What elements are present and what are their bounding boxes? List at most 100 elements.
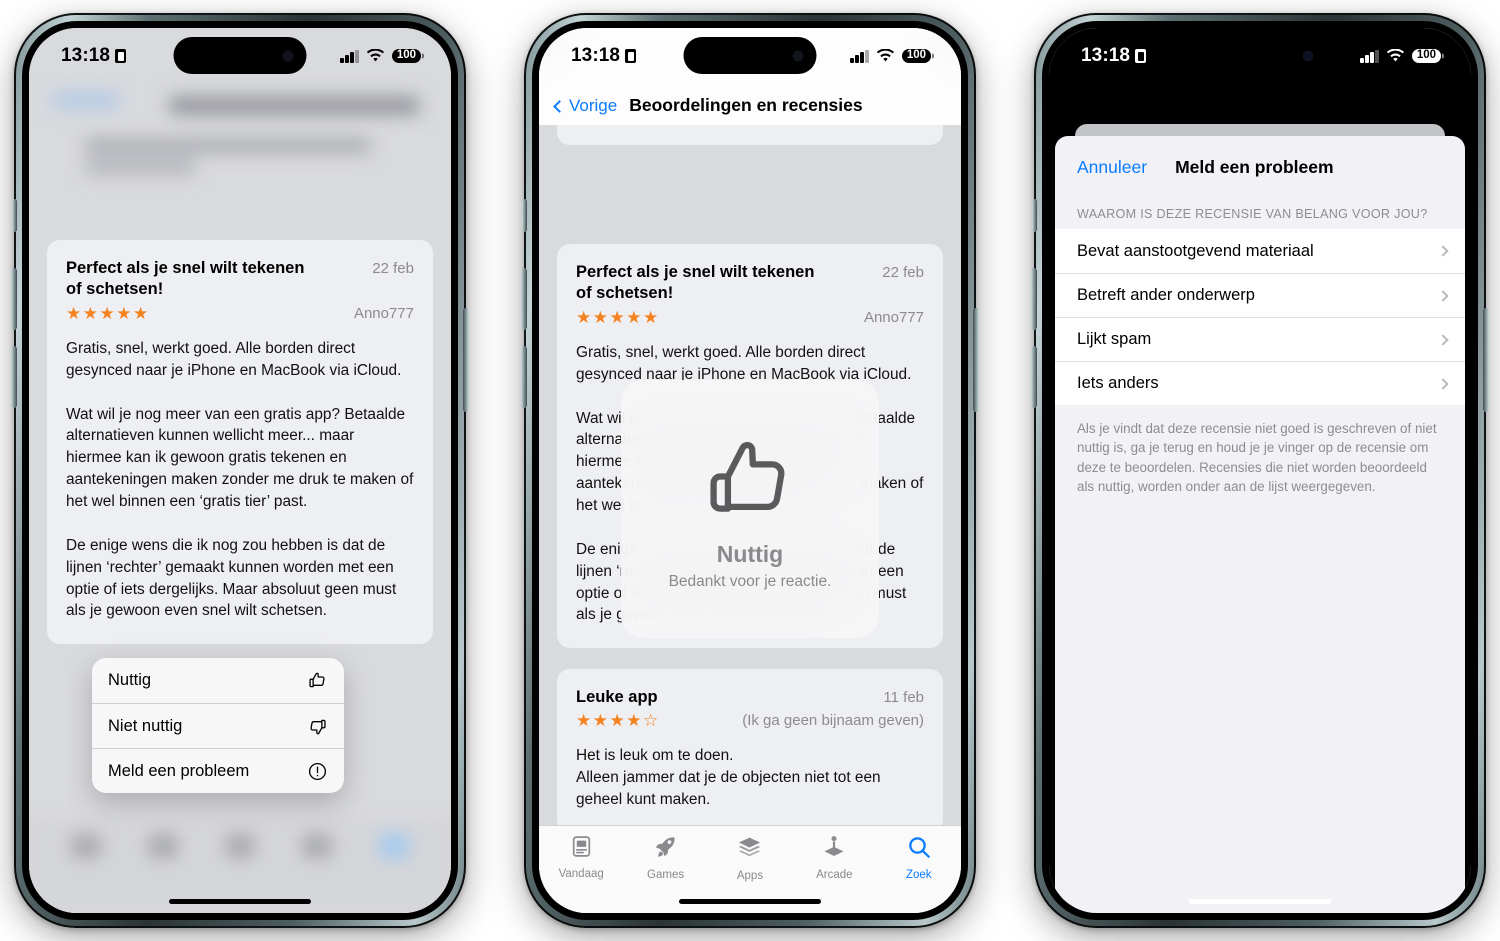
review-header: Leuke app 11 feb	[576, 687, 924, 708]
search-icon	[906, 834, 932, 865]
thumbs-up-icon	[698, 428, 802, 537]
volume-down-button[interactable]	[521, 346, 527, 408]
back-button-label: Vorige	[569, 96, 618, 115]
exclamation-circle-icon	[306, 760, 328, 782]
review-author: Anno777	[353, 304, 414, 322]
volume-up-button[interactable]	[11, 268, 17, 330]
status-time: 13:18	[571, 45, 621, 66]
context-menu-item-report-problem[interactable]: Meld een probleem	[92, 748, 344, 793]
review-date: 22 feb	[372, 260, 414, 277]
context-menu-label: Nuttig	[108, 671, 152, 689]
thumbs-down-icon	[306, 715, 328, 737]
reason-row-offensive[interactable]: Bevat aanstootgevend materiaal	[1055, 229, 1465, 273]
status-bar-indicators: 100	[850, 45, 931, 64]
sheet-title: Meld een probleem	[1175, 156, 1334, 177]
three-phone-screenshot-stage: Perfect als je snel wilt tekenen of sche…	[0, 0, 1500, 941]
context-menu-item-not-helpful[interactable]: Niet nuttig	[92, 703, 344, 748]
review-title: Leuke app	[576, 688, 658, 706]
reason-label: Lijkt spam	[1077, 330, 1152, 348]
review-body: Het is leuk om te doen. Alleen jammer da…	[576, 747, 881, 809]
reason-label: Iets anders	[1077, 374, 1159, 392]
volume-up-button[interactable]	[521, 268, 527, 330]
helpful-hud-toast: Nuttig Bedankt voor je reactie.	[621, 380, 879, 638]
wifi-icon	[366, 49, 384, 62]
today-icon	[569, 834, 594, 864]
report-reason-list: Bevat aanstootgevend materiaal Betreft a…	[1055, 229, 1465, 405]
review-date: 11 feb	[883, 689, 924, 706]
review-card-2[interactable]: Leuke app 11 feb ★★★★☆ (Ik ga geen bijna…	[557, 669, 943, 825]
stack-icon	[736, 834, 763, 866]
hud-title: Nuttig	[716, 540, 784, 567]
tab-vandaag[interactable]: Vandaag	[546, 834, 616, 880]
blurred-navigation-header	[29, 80, 451, 230]
status-bar-time-group: 13:18	[571, 41, 637, 67]
review-header: Perfect als je snel wilt tekenen of sche…	[576, 262, 924, 305]
lock-portrait-icon	[115, 49, 127, 63]
home-indicator[interactable]	[1189, 899, 1331, 904]
volume-down-button[interactable]	[1031, 346, 1037, 408]
partial-review-card-above[interactable]: slecht of soms synchroniseert hij helema…	[557, 125, 943, 145]
reason-row-something-else[interactable]: Iets anders	[1055, 361, 1465, 405]
tab-label: Games	[647, 869, 685, 881]
home-indicator[interactable]	[679, 899, 821, 904]
review-card[interactable]: Perfect als je snel wilt tekenen of sche…	[47, 240, 433, 645]
lock-portrait-icon	[625, 49, 637, 63]
thumbs-up-icon	[306, 670, 328, 692]
status-bar-indicators: 100	[1360, 45, 1441, 64]
review-body: Gratis, snel, werkt goed. Alle borden di…	[66, 339, 414, 620]
rocket-icon	[653, 834, 679, 865]
reason-label: Bevat aanstootgevend materiaal	[1077, 241, 1314, 260]
action-button[interactable]	[1032, 199, 1037, 232]
tab-arcade[interactable]: Arcade	[799, 834, 869, 881]
home-indicator[interactable]	[169, 899, 311, 904]
status-bar: 13:18 100	[1049, 28, 1471, 80]
phone-2-frame: slecht of soms synchroniseert hij helema…	[521, 13, 979, 928]
action-button[interactable]	[12, 199, 17, 232]
battery-indicator: 100	[1411, 48, 1441, 64]
phone-1-screen: Perfect als je snel wilt tekenen of sche…	[29, 28, 451, 913]
tab-label: Apps	[736, 870, 764, 882]
app-store-screen: Perfect als je snel wilt tekenen of sche…	[29, 28, 451, 913]
power-button[interactable]	[973, 308, 979, 412]
reason-row-spam[interactable]: Lijkt spam	[1055, 317, 1465, 361]
context-menu-item-helpful[interactable]: Nuttig	[92, 658, 344, 703]
status-bar-time-group: 13:18	[1081, 41, 1147, 67]
tab-games[interactable]: Games	[631, 834, 701, 881]
review-meta-row: ★★★★★ Anno777	[576, 309, 924, 326]
review-title: Perfect als je snel wilt tekenen of sche…	[66, 259, 305, 299]
volume-down-button[interactable]	[11, 346, 17, 408]
action-button[interactable]	[522, 199, 527, 232]
cancel-button[interactable]: Annuleer	[1077, 157, 1147, 178]
tab-label: Arcade	[816, 869, 853, 881]
cellular-signal-icon	[1360, 49, 1379, 63]
hud-subtitle: Bedankt voor je reactie.	[668, 572, 832, 590]
phone-3-frame: Annuleer Meld een probleem WAAROM IS DEZ…	[1031, 13, 1489, 928]
power-button[interactable]	[1483, 308, 1489, 412]
review-header: Perfect als je snel wilt tekenen of sche…	[66, 258, 414, 301]
star-rating: ★★★★★	[66, 303, 150, 323]
review-date: 22 feb	[882, 264, 924, 281]
phone-3-screen: Annuleer Meld een probleem WAAROM IS DEZ…	[1049, 28, 1471, 913]
tab-zoek[interactable]: Zoek	[884, 834, 954, 881]
status-time: 13:18	[61, 45, 111, 66]
wifi-icon	[876, 49, 894, 62]
power-button[interactable]	[463, 308, 469, 412]
volume-up-button[interactable]	[1031, 268, 1037, 330]
status-time: 13:18	[1081, 45, 1131, 66]
tab-apps[interactable]: Apps	[715, 834, 785, 882]
lock-portrait-icon	[1135, 49, 1147, 63]
reviews-scroll-view[interactable]: slecht of soms synchroniseert hij helema…	[539, 28, 961, 913]
review-meta-row: ★★★★★ Anno777	[66, 305, 414, 322]
report-problem-sheet: Annuleer Meld een probleem WAAROM IS DEZ…	[1055, 136, 1465, 913]
chevron-right-icon	[1437, 333, 1449, 346]
review-context-menu[interactable]: Nuttig Niet nuttig Meld een probleem	[92, 658, 344, 793]
reason-label: Betreft ander onderwerp	[1077, 286, 1255, 304]
chevron-right-icon	[1437, 245, 1449, 257]
wifi-icon	[1386, 49, 1404, 62]
back-button[interactable]: Vorige	[553, 96, 618, 116]
reason-row-wrong-subject[interactable]: Betreft ander onderwerp	[1055, 273, 1465, 317]
chevron-right-icon	[1437, 377, 1449, 390]
review-meta-row: ★★★★☆ (Ik ga geen bijnaam geven)	[576, 712, 924, 729]
battery-indicator: 100	[901, 48, 931, 64]
tab-label: Vandaag	[558, 868, 604, 880]
